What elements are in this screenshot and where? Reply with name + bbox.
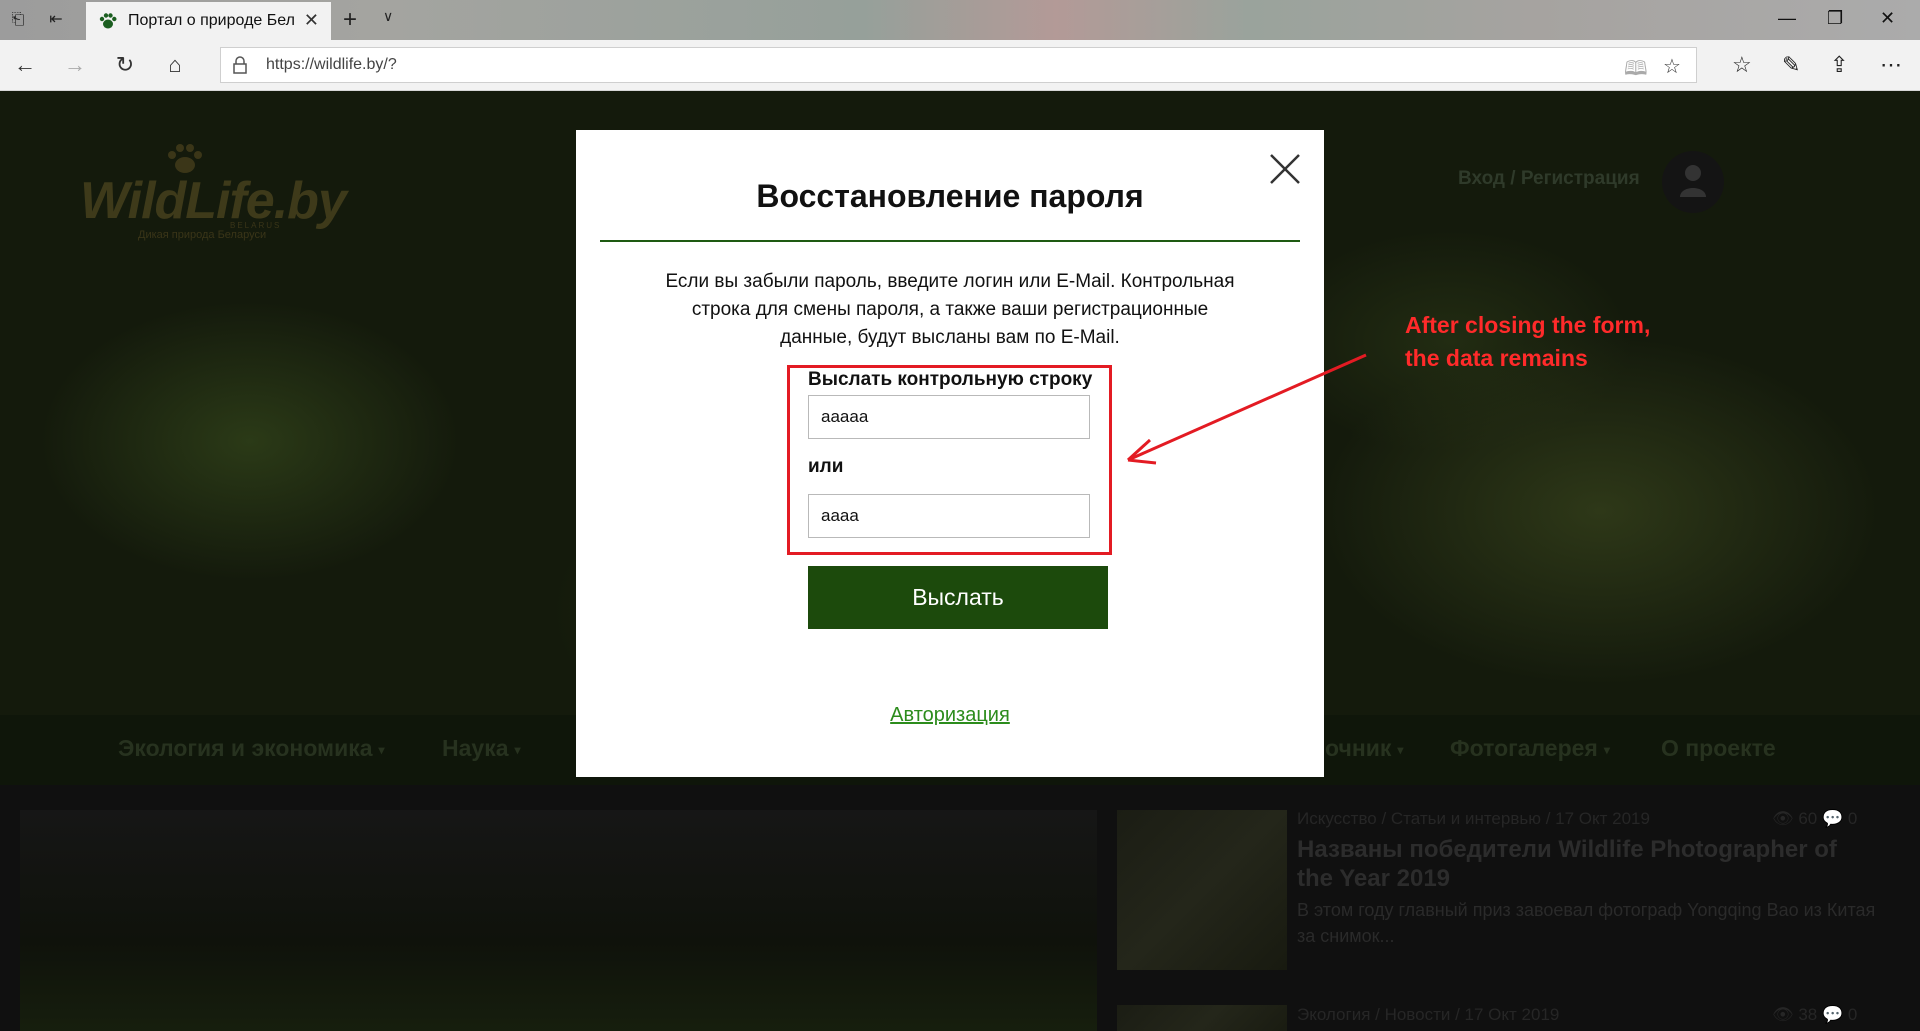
authorization-link[interactable]: Авторизация xyxy=(576,704,1324,727)
featured-image[interactable] xyxy=(20,810,1097,1031)
menu-item-gallery[interactable]: Фотогалерея ▾ xyxy=(1450,735,1610,762)
news-meta: Искусство / Статьи и интервью / 17 Окт 2… xyxy=(1297,809,1650,828)
annotation-text-line2: the data remains xyxy=(1405,345,1588,371)
reading-view-icon[interactable]: 🕮 xyxy=(1624,54,1648,88)
comments-count: 0 xyxy=(1847,1005,1858,1024)
logo-text: WildLife.by xyxy=(80,172,347,230)
minimize-icon[interactable]: — xyxy=(1778,8,1796,29)
back-icon[interactable]: ← xyxy=(10,52,40,78)
news-stats: 👁 38 💬 0 xyxy=(1772,1005,1858,1024)
browser-tab[interactable]: Портал о природе Бел ✕ xyxy=(86,2,331,40)
news-stats: 👁 60 💬 0 xyxy=(1772,809,1858,828)
paw-favicon-icon xyxy=(99,13,117,29)
comments-count: 0 xyxy=(1847,809,1858,828)
caret-down-icon: ▾ xyxy=(1397,742,1404,757)
paw-logo-icon xyxy=(168,144,202,173)
login-register-link[interactable]: Вход / Регистрация xyxy=(1458,168,1640,190)
tab-title: Портал о природе Бел xyxy=(128,12,295,29)
annotation-text-line1: After closing the form, xyxy=(1405,312,1651,338)
annotation-highlight-box xyxy=(787,365,1112,555)
tab-actions-icon[interactable]: ⎗ xyxy=(8,10,28,30)
caret-down-icon: ▾ xyxy=(514,742,521,757)
menu-item-ecology[interactable]: Экология и экономика ▾ xyxy=(118,735,385,762)
refresh-icon[interactable]: ↻ xyxy=(110,52,140,78)
chevron-down-icon[interactable]: ∨ xyxy=(383,8,393,25)
address-bar: ← → ↻ ⌂ https://wildlife.by/? 🕮 ☆ ☆ ✎ ⇪ … xyxy=(0,40,1920,91)
favorite-star-icon[interactable]: ☆ xyxy=(1663,54,1681,79)
browser-tab-bar: ⎗ ⇤ Портал о природе Бел ✕ + ∨ — ❐ ✕ xyxy=(0,0,1920,40)
tab-close-icon[interactable]: ✕ xyxy=(304,10,319,31)
url-text: https://wildlife.by/? xyxy=(266,56,397,73)
close-window-icon[interactable]: ✕ xyxy=(1880,8,1895,29)
url-field[interactable]: https://wildlife.by/? 🕮 ☆ xyxy=(220,47,1697,83)
user-icon xyxy=(1680,165,1706,197)
pen-icon[interactable]: ✎ xyxy=(1782,52,1800,78)
views-count: 38 xyxy=(1798,1005,1818,1024)
set-aside-tabs-icon[interactable]: ⇤ xyxy=(46,10,66,30)
modal-description: Если вы забыли пароль, введите логин или… xyxy=(665,271,1235,348)
menu-item-label: Наука xyxy=(442,735,509,761)
menu-item-science[interactable]: Наука ▾ xyxy=(442,735,521,762)
avatar[interactable] xyxy=(1662,151,1724,213)
caret-down-icon: ▾ xyxy=(378,742,385,757)
lock-icon xyxy=(233,56,247,74)
caret-down-icon: ▾ xyxy=(1603,742,1610,757)
menu-item-reference[interactable]: очник ▾ xyxy=(1325,735,1403,762)
news-thumbnail[interactable] xyxy=(1117,810,1287,970)
menu-item-label: О проекте xyxy=(1661,735,1776,761)
menu-item-label: Фотогалерея xyxy=(1450,735,1598,761)
news-meta: Экология / Новости / 17 Окт 2019 xyxy=(1297,1005,1560,1024)
news-title[interactable]: Названы победители Wildlife Photographer… xyxy=(1297,835,1857,893)
news-content: Искусство / Статьи и интервью / 17 Окт 2… xyxy=(0,785,1920,1031)
modal-title: Восстановление пароля xyxy=(756,178,1144,214)
share-icon[interactable]: ⇪ xyxy=(1830,52,1848,78)
logo-subtitle: Дикая природа Беларуси xyxy=(138,229,267,241)
favorites-list-icon[interactable]: ☆ xyxy=(1732,52,1752,78)
title-divider xyxy=(600,240,1300,242)
menu-item-label: очник xyxy=(1325,735,1392,761)
views-count: 60 xyxy=(1798,809,1818,828)
news-thumbnail[interactable] xyxy=(1117,1005,1287,1031)
home-icon[interactable]: ⌂ xyxy=(160,52,190,78)
menu-item-label: Экология и экономика xyxy=(118,735,373,761)
send-button[interactable]: Выслать xyxy=(808,566,1108,629)
more-icon[interactable]: ⋯ xyxy=(1880,52,1902,78)
new-tab-icon[interactable]: + xyxy=(343,6,357,34)
forward-icon[interactable]: → xyxy=(60,52,90,78)
news-excerpt: В этом году главный приз завоевал фотогр… xyxy=(1297,900,1876,946)
restore-icon[interactable]: ❐ xyxy=(1827,8,1843,29)
menu-item-about[interactable]: О проекте xyxy=(1661,735,1776,762)
